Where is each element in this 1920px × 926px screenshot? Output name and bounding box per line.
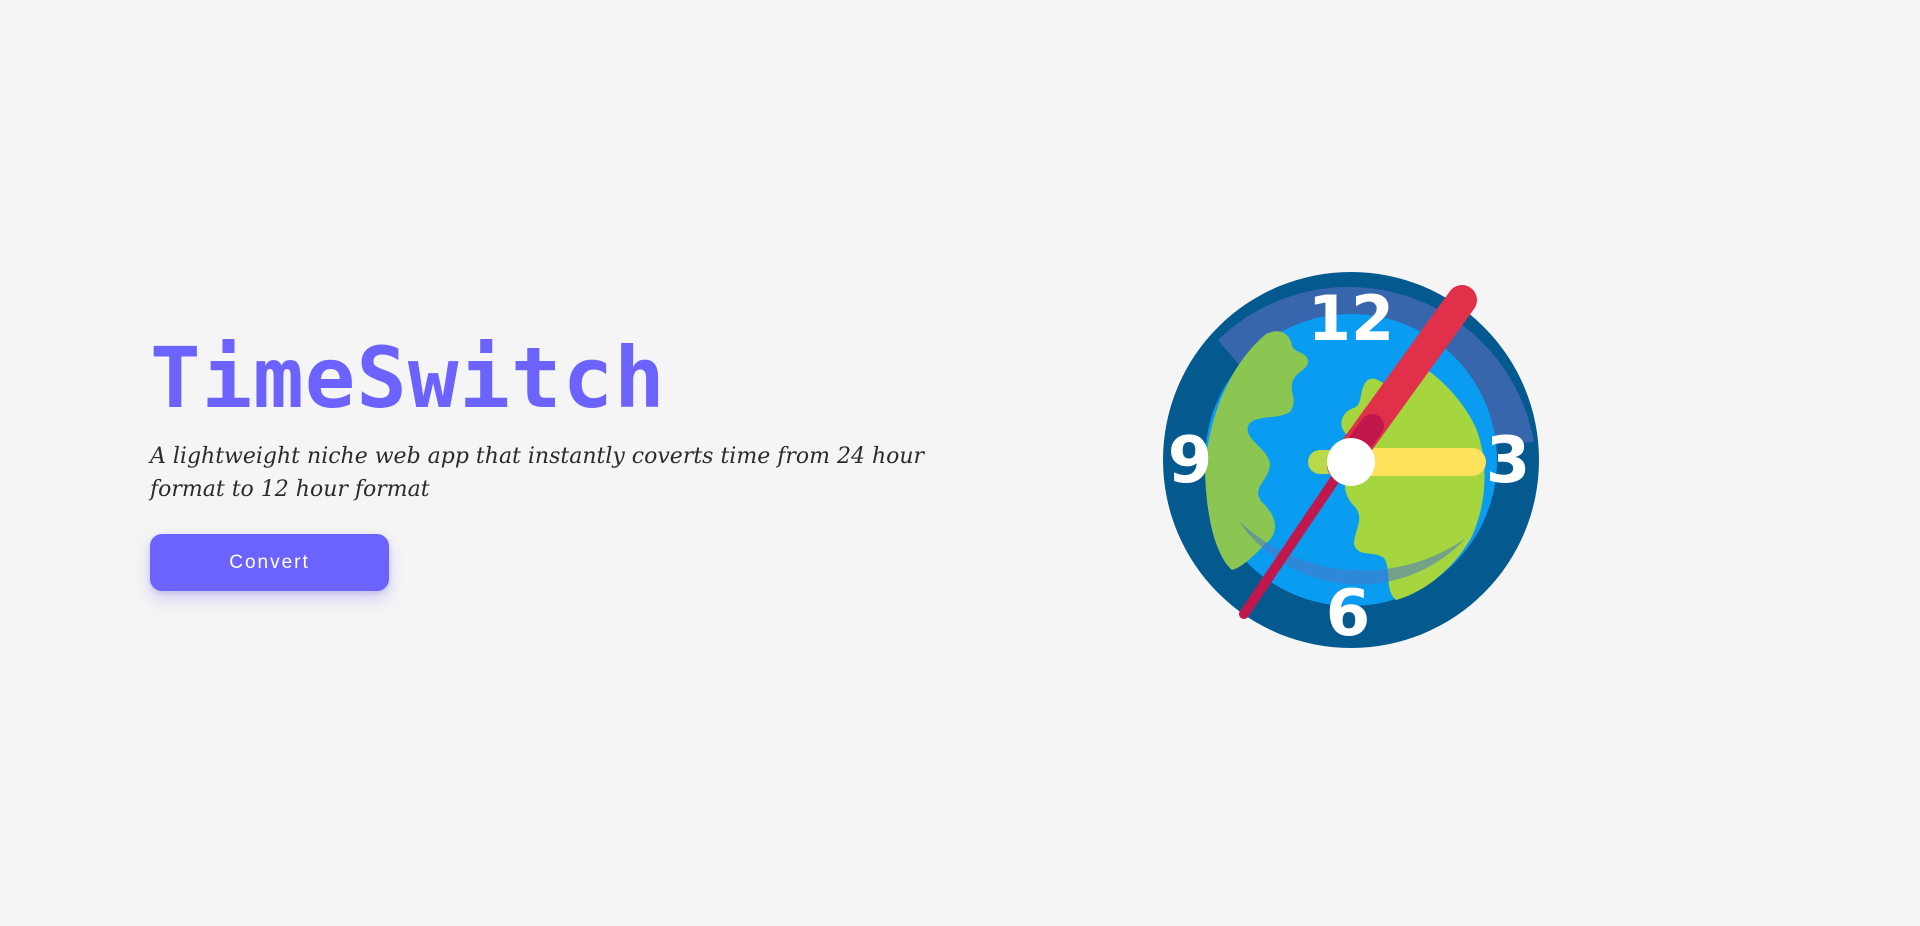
clock-number-9: 9 [1168, 424, 1213, 498]
clock-number-12: 12 [1308, 282, 1394, 355]
hero-section: TimeSwitch A lightweight niche web app t… [150, 330, 950, 591]
globe-clock-icon: 12 3 6 9 [1158, 270, 1542, 654]
app-tagline: A lightweight niche web app that instant… [150, 444, 925, 502]
clock-number-3: 3 [1486, 424, 1531, 498]
convert-button[interactable]: Convert [150, 534, 389, 591]
clock-number-6: 6 [1326, 577, 1371, 651]
landing-page: TimeSwitch A lightweight niche web app t… [0, 0, 1920, 926]
app-title: TimeSwitch [150, 329, 666, 427]
